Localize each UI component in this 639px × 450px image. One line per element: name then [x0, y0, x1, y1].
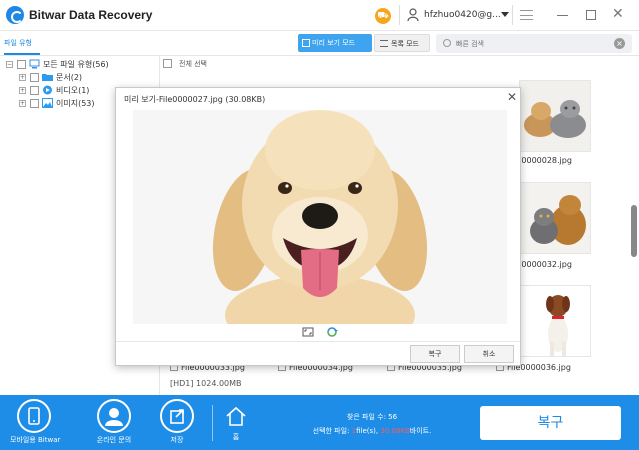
search-box: × — [436, 34, 632, 53]
grid-icon — [302, 39, 310, 47]
list-icon — [380, 40, 388, 47]
mobile-bitwar-label: 모바일용 Bitwar — [10, 436, 61, 444]
preview-mode-button[interactable]: 미리 보기 모드 — [298, 34, 372, 52]
thumbnail-image — [520, 286, 590, 356]
folder-icon — [42, 74, 53, 81]
divider — [212, 405, 213, 441]
home-icon — [226, 406, 246, 426]
app-logo-icon — [6, 6, 24, 24]
play-icon — [43, 85, 52, 95]
bottom-bar: 모바일용 Bitwar 온라인 문의 저장 홈 찾은 파일 수: 56 선택한 … — [0, 395, 639, 450]
tree-label: 문서(2) — [56, 73, 83, 82]
tree-label: 이미지(53) — [56, 99, 95, 108]
toolbar: 파일 유형 미리 보기 모드 목록 모드 × — [0, 31, 639, 56]
search-input[interactable] — [456, 36, 616, 51]
scan-stats: 찾은 파일 수: 56 선택한 파일: 1file(s), 30.08KB바이트… — [282, 410, 462, 438]
tree-label: 모든 파일 유형(56) — [43, 60, 109, 69]
thumbnail[interactable] — [519, 285, 591, 357]
dialog-title: 미리 보기-File0000027.jpg (30.08KB) — [124, 95, 266, 104]
list-mode-button[interactable]: 목록 모드 — [374, 34, 430, 52]
tab-file-type[interactable]: 파일 유형 — [4, 38, 32, 48]
tree-label: 비디오(1) — [56, 86, 90, 95]
found-count: 찾은 파일 수: 56 — [346, 413, 398, 421]
minimize-icon[interactable] — [557, 15, 568, 16]
preview-image — [133, 110, 507, 324]
user-name[interactable]: hfzhuo0420@g... — [424, 10, 501, 20]
checkbox[interactable] — [30, 73, 39, 82]
cart-icon[interactable]: ⛟ — [375, 8, 391, 24]
save-button[interactable]: 저장 — [155, 399, 199, 445]
expand-icon[interactable]: + — [19, 87, 26, 94]
dialog-cancel-button[interactable]: 취소 — [464, 345, 514, 363]
preview-mode-label: 미리 보기 모드 — [312, 39, 356, 47]
online-contact-button[interactable]: 온라인 문의 — [90, 399, 138, 445]
clear-icon[interactable]: × — [614, 38, 625, 49]
select-all-label: 전체 선택 — [179, 60, 207, 68]
expand-icon[interactable]: + — [19, 74, 26, 81]
title-bar: Bitwar Data Recovery ⛟ hfzhuo0420@g... ✕ — [0, 0, 639, 31]
online-contact-label: 온라인 문의 — [96, 436, 132, 444]
checkbox[interactable] — [30, 99, 39, 108]
grid-header: 전체 선택 — [161, 56, 631, 72]
computer-icon — [29, 59, 40, 69]
person-icon — [97, 399, 131, 433]
preview-dialog: 미리 보기-File0000027.jpg (30.08KB) ✕ 복구 취소 — [115, 87, 521, 366]
search-icon — [443, 39, 451, 47]
home-label: 홈 — [232, 433, 240, 441]
recover-button[interactable]: 복구 — [480, 406, 621, 440]
checkbox[interactable] — [30, 86, 39, 95]
tab-underline — [4, 53, 40, 55]
dog-image — [133, 110, 507, 324]
thumbnail[interactable] — [519, 80, 591, 152]
checkbox[interactable] — [17, 60, 26, 69]
divider — [512, 5, 513, 25]
scrollbar[interactable] — [631, 205, 637, 257]
thumbnail-image — [520, 183, 590, 253]
chevron-down-icon[interactable] — [501, 12, 509, 17]
close-icon[interactable]: ✕ — [507, 90, 517, 104]
user-icon — [407, 8, 419, 22]
disk-status: [HD1] 1024.00MB — [170, 379, 242, 388]
home-button[interactable]: 홈 — [220, 405, 252, 442]
collapse-icon[interactable]: − — [6, 61, 13, 68]
phone-icon — [17, 399, 51, 433]
thumbnail-image — [520, 81, 590, 151]
maximize-icon[interactable] — [586, 10, 596, 20]
save-label: 저장 — [170, 436, 184, 444]
app-title: Bitwar Data Recovery — [29, 8, 153, 22]
fit-icon[interactable] — [302, 327, 314, 337]
rotate-icon[interactable] — [326, 327, 338, 337]
menu-icon[interactable] — [520, 10, 533, 20]
image-icon — [42, 98, 53, 108]
close-icon[interactable]: ✕ — [612, 6, 624, 22]
export-icon — [160, 399, 194, 433]
divider — [399, 5, 400, 25]
mobile-bitwar-button[interactable]: 모바일용 Bitwar — [10, 399, 61, 445]
divider — [116, 341, 520, 342]
dialog-recover-button[interactable]: 복구 — [410, 345, 460, 363]
select-all-checkbox[interactable] — [163, 59, 172, 68]
thumbnail[interactable] — [519, 182, 591, 254]
expand-icon[interactable]: + — [19, 100, 26, 107]
list-mode-label: 목록 모드 — [391, 40, 419, 48]
selected-summary: 선택한 파일: 1file(s), 30.08KB바이트. — [312, 427, 432, 435]
